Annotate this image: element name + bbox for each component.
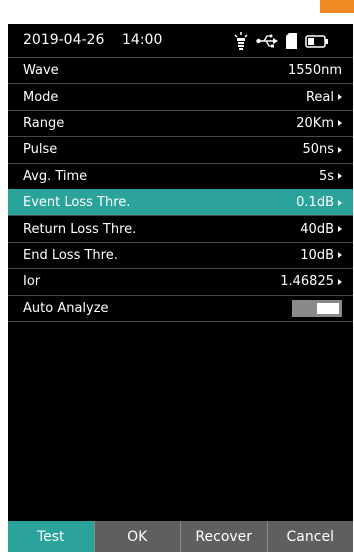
setting-value-box: 1550nm <box>288 63 342 78</box>
setting-value: Real <box>305 89 334 105</box>
chevron-right-icon <box>338 252 342 259</box>
setting-value-box: 40dB <box>300 222 342 237</box>
setting-value: 1.46825 <box>280 274 334 290</box>
setting-event-loss-threshold[interactable]: Event Loss Thre. 0.1dB <box>8 188 353 216</box>
bottom-button-bar: Test OK Recover Cancel <box>8 521 353 552</box>
cancel-button[interactable]: Cancel <box>266 521 353 552</box>
battery-icon <box>305 34 329 48</box>
settings-list: Wave 1550nm Mode Real Range 20Km Pulse 5… <box>8 57 353 322</box>
setting-label: Range <box>23 115 65 131</box>
corner-tab <box>320 0 354 13</box>
setting-label: Return Loss Thre. <box>23 221 137 237</box>
setting-label: End Loss Thre. <box>23 247 118 263</box>
chevron-right-icon <box>338 146 342 153</box>
status-date: 2019-04-26 <box>23 32 105 48</box>
setting-value-box: 20Km <box>296 116 342 131</box>
setting-label: Auto Analyze <box>23 300 109 316</box>
setting-value: 20Km <box>296 115 334 131</box>
setting-range[interactable]: Range 20Km <box>8 109 353 136</box>
chevron-right-icon <box>338 94 342 101</box>
setting-ior[interactable]: Ior 1.46825 <box>8 268 353 294</box>
setting-label: Mode <box>23 89 59 105</box>
setting-end-loss-threshold[interactable]: End Loss Thre. 10dB <box>8 241 353 268</box>
chevron-right-icon <box>338 173 342 180</box>
status-icons <box>234 30 329 52</box>
setting-value: 50ns <box>302 142 334 158</box>
sd-card-icon <box>286 33 297 49</box>
setting-value-box: Real <box>306 90 342 105</box>
setting-value-box: 1.46825 <box>280 274 342 289</box>
auto-analyze-toggle[interactable] <box>292 299 342 317</box>
chevron-right-icon <box>338 120 342 127</box>
setting-avg-time[interactable]: Avg. Time 5s <box>8 162 353 189</box>
setting-value: 5s <box>318 168 334 184</box>
device-screen: 2019-04-26 14:00 Wave 1550nm Mode Real R… <box>8 24 353 552</box>
lamp-icon <box>234 32 248 50</box>
setting-value-box: 50ns <box>302 142 342 157</box>
setting-return-loss-threshold[interactable]: Return Loss Thre. 40dB <box>8 215 353 241</box>
usb-icon <box>256 34 278 48</box>
setting-value: 10dB <box>300 247 334 263</box>
setting-label: Ior <box>23 274 41 290</box>
setting-auto-analyze: Auto Analyze <box>8 294 353 321</box>
setting-value: 40dB <box>300 221 334 237</box>
toggle-knob <box>317 302 339 314</box>
setting-mode[interactable]: Mode Real <box>8 83 353 109</box>
setting-label: Wave <box>23 63 59 79</box>
setting-wave[interactable]: Wave 1550nm <box>8 57 353 83</box>
chevron-right-icon <box>338 199 342 206</box>
setting-pulse[interactable]: Pulse 50ns <box>8 136 353 162</box>
chevron-right-icon <box>338 226 342 233</box>
setting-value-box: 10dB <box>300 248 342 263</box>
test-button[interactable]: Test <box>8 521 94 552</box>
ok-button[interactable]: OK <box>93 521 180 552</box>
setting-label: Avg. Time <box>23 168 88 184</box>
chevron-right-icon <box>338 278 342 285</box>
setting-value-box: 0.1dB <box>296 195 342 210</box>
setting-value: 1550nm <box>288 63 342 79</box>
setting-label: Event Loss Thre. <box>23 195 131 211</box>
status-bar: 2019-04-26 14:00 <box>8 24 353 57</box>
setting-label: Pulse <box>23 142 58 158</box>
list-divider <box>8 320 353 322</box>
setting-value-box: 5s <box>319 169 342 184</box>
recover-button[interactable]: Recover <box>180 521 267 552</box>
setting-value: 0.1dB <box>296 195 334 211</box>
status-time: 14:00 <box>122 32 163 48</box>
